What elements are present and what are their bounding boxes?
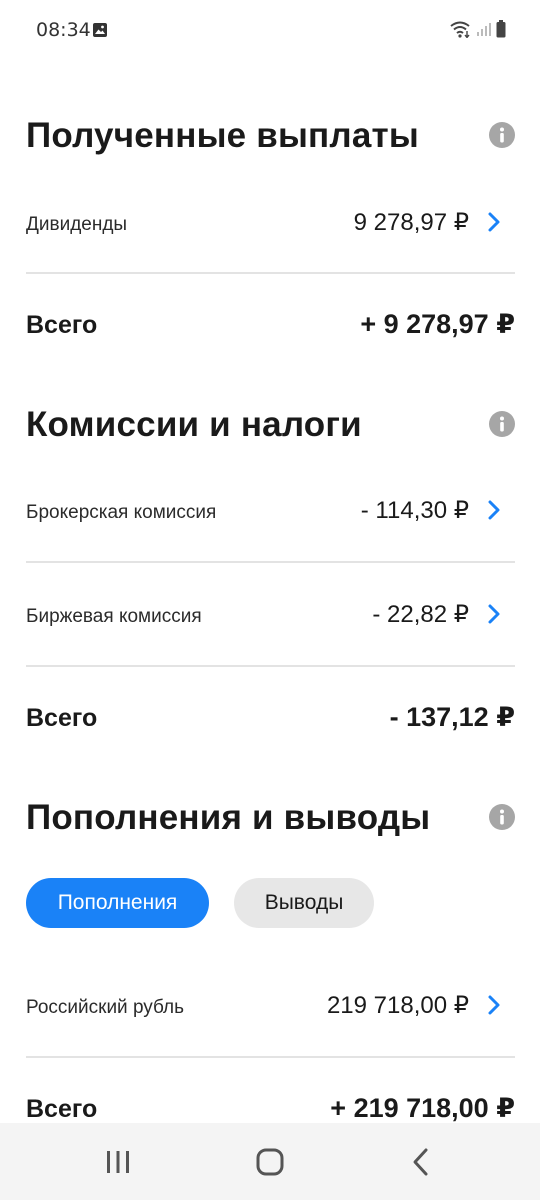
- row-label: Биржевая комиссия: [26, 606, 202, 627]
- tab-withdrawals[interactable]: Выводы: [234, 878, 374, 928]
- transfers-section-title: Пополнения и выводы: [26, 798, 431, 837]
- status-icons: [450, 20, 506, 43]
- chevron-right-icon: [487, 499, 501, 526]
- info-icon[interactable]: [489, 411, 515, 437]
- row-value: - 22,82 ₽: [372, 601, 469, 628]
- received-total-value: + 9 278,97 ₽: [360, 309, 515, 339]
- dividends-row[interactable]: Дивиденды 9 278,97 ₽: [26, 196, 515, 250]
- exchange-fee-row[interactable]: Биржевая комиссия - 22,82 ₽: [26, 588, 515, 642]
- divider: [26, 665, 515, 667]
- chevron-right-icon: [487, 603, 501, 630]
- row-value: 9 278,97 ₽: [353, 209, 469, 236]
- status-time: 08:34: [36, 19, 91, 41]
- fees-total-label: Всего: [26, 704, 98, 732]
- divider: [26, 1056, 515, 1058]
- row-label: Дивиденды: [26, 214, 128, 235]
- row-label: Брокерская комиссия: [26, 502, 217, 523]
- home-icon[interactable]: [253, 1145, 287, 1179]
- fees-section-title: Комиссии и налоги: [26, 405, 362, 444]
- chevron-right-icon: [487, 211, 501, 238]
- row-label: Российский рубль: [26, 997, 185, 1018]
- signal-icon: [476, 21, 492, 42]
- wifi-icon: [450, 20, 472, 43]
- chevron-right-icon: [487, 994, 501, 1021]
- recents-icon[interactable]: [101, 1145, 135, 1179]
- divider: [26, 561, 515, 563]
- status-bar: 08:34: [0, 0, 540, 62]
- transfers-total-label: Всего: [26, 1095, 98, 1123]
- received-total-label: Всего: [26, 311, 98, 339]
- transfers-total-value: + 219 718,00 ₽: [330, 1093, 515, 1123]
- rub-row[interactable]: Российский рубль 219 718,00 ₽: [26, 979, 515, 1033]
- battery-icon: [496, 20, 506, 43]
- divider: [26, 272, 515, 274]
- tab-deposits[interactable]: Пополнения: [26, 878, 209, 928]
- navigation-bar: [0, 1123, 540, 1200]
- info-icon[interactable]: [489, 122, 515, 148]
- row-value: - 114,30 ₽: [360, 497, 469, 524]
- received-section-title: Полученные выплаты: [26, 116, 419, 155]
- row-value: 219 718,00 ₽: [326, 992, 469, 1019]
- fees-total-value: - 137,12 ₽: [389, 702, 515, 732]
- info-icon[interactable]: [489, 804, 515, 830]
- back-icon[interactable]: [404, 1145, 438, 1179]
- gallery-icon: [92, 22, 108, 43]
- broker-fee-row[interactable]: Брокерская комиссия - 114,30 ₽: [26, 484, 515, 538]
